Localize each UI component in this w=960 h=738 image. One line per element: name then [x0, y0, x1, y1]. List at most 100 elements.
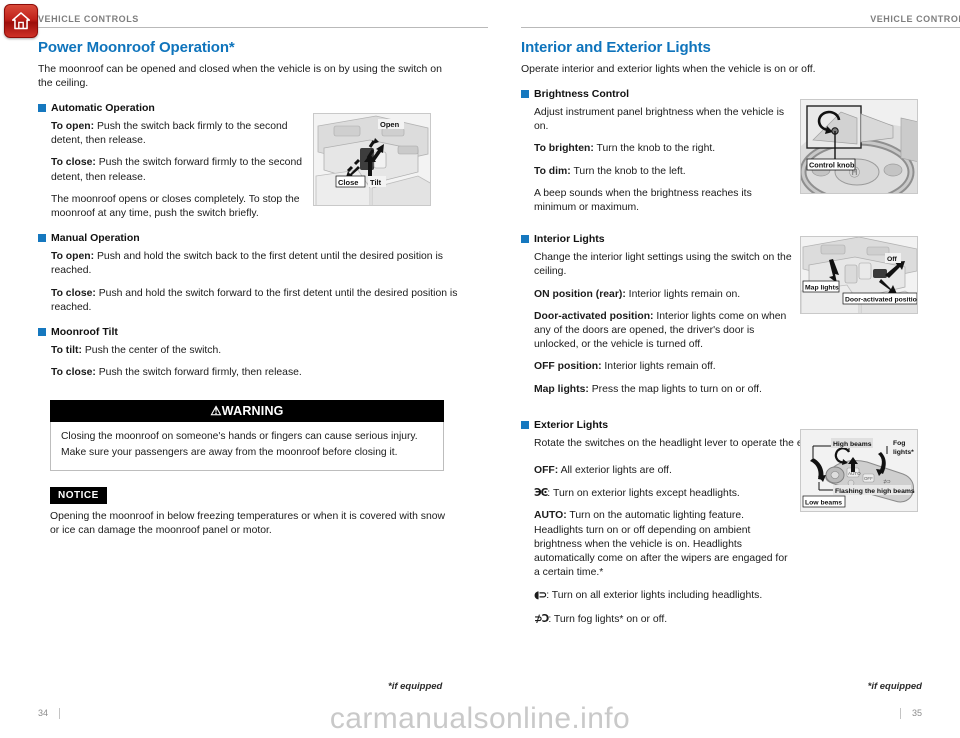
intro-paragraph: Operate interior and exterior lights whe…	[521, 63, 816, 75]
on-position-label: ON position (rear):	[534, 288, 626, 300]
svg-text:Tilt: Tilt	[370, 178, 382, 187]
svg-text:OFF: OFF	[864, 476, 873, 481]
map-lights: Map lights: Press the map lights to turn…	[534, 383, 796, 397]
brightness-intro: Adjust instrument panel brightness when …	[534, 107, 785, 133]
exterior-parking-lights: ЭϾ: Turn on exterior lights except headl…	[534, 486, 796, 501]
home-icon[interactable]	[4, 4, 38, 38]
svg-text:Off: Off	[887, 256, 898, 263]
bullet-square-icon	[521, 235, 529, 244]
svg-text:⊅Ɔ: ⊅Ɔ	[883, 479, 891, 485]
brightness-beep-note: A beep sounds when the brightness reache…	[534, 187, 752, 214]
subsection-label: Brightness Control	[534, 88, 630, 100]
interior-intro: Change the interior light settings using…	[534, 252, 792, 278]
to-brighten-label: To brighten:	[534, 143, 594, 155]
warning-line-1: Closing the moonroof on someone's hands …	[61, 431, 418, 443]
manual-page: VEHICLE CONTROLS Power Moonroof Operatio…	[0, 0, 960, 738]
off-position: OFF position: Interior lights remain off…	[534, 360, 796, 374]
header-label: VEHICLE CONTROLS	[38, 14, 139, 24]
manual-operation-body: To open: Push and hold the switch back t…	[51, 250, 488, 315]
brightness-control-knob-illustration: Ⓗ Control knob	[800, 99, 918, 194]
subsection-label: Manual Operation	[51, 232, 140, 245]
right-running-header: VEHICLE CONTROLS	[521, 0, 960, 28]
parking-lights-text: : Turn on exterior lights except headlig…	[547, 488, 740, 500]
svg-text:Flashing the high beams: Flashing the high beams	[835, 488, 915, 495]
to-close-automatic: To close: Push the switch forward firmly…	[51, 156, 313, 184]
door-activated-label: Door-activated position:	[534, 310, 654, 322]
moonroof-switch-illustration: Open Close Tilt	[313, 113, 431, 206]
left-page-column: VEHICLE CONTROLS Power Moonroof Operatio…	[38, 0, 488, 538]
to-open-label: To open:	[51, 121, 95, 132]
page-title: Power Moonroof Operation*	[38, 39, 235, 56]
notice-body: Opening the moonroof in below freezing t…	[50, 510, 446, 537]
to-open-automatic: To open: Push the switch back firmly to …	[51, 120, 313, 148]
fog-light-icon: ⊅Ɔ	[534, 612, 549, 625]
to-close-text: Push and hold the switch forward to the …	[51, 287, 458, 313]
page-title: Interior and Exterior Lights	[521, 39, 711, 56]
bullet-square-icon	[38, 234, 46, 243]
to-tilt-label: To tilt:	[51, 345, 82, 357]
off-text: All exterior lights are off.	[558, 465, 672, 477]
to-close-text: Push the switch forward firmly, then rel…	[95, 367, 302, 379]
to-open-label: To open:	[51, 251, 95, 263]
exterior-fog-lights: ⊅Ɔ: Turn fog lights* on or off.	[534, 612, 946, 627]
headlight-text: : Turn on all exterior lights including …	[546, 590, 763, 602]
off-label: OFF:	[534, 465, 559, 477]
svg-text:Open: Open	[380, 120, 400, 129]
to-dim-text: Turn the knob to the left.	[570, 165, 686, 177]
svg-text:Control knob: Control knob	[809, 161, 855, 170]
moonroof-tilt-body: To tilt: Push the center of the switch. …	[51, 344, 488, 380]
warning-line-2: Make sure your passengers are away from …	[61, 447, 398, 459]
off-position-label: OFF position:	[534, 361, 602, 373]
to-close-label: To close:	[51, 367, 96, 379]
to-open-text: Push and hold the switch back to the fir…	[51, 251, 443, 277]
auto-text: Turn on the automatic lighting feature. …	[534, 510, 788, 579]
to-tilt-text: Push the center of the switch.	[81, 345, 222, 357]
svg-text:Low beams: Low beams	[805, 500, 842, 507]
exterior-headlights: ◖⊃: Turn on all exterior lights includin…	[534, 588, 946, 603]
bullet-square-icon	[521, 420, 529, 429]
to-brighten: To brighten: Turn the knob to the right.	[534, 142, 796, 156]
on-position: ON position (rear): Interior lights rema…	[534, 288, 796, 302]
subsection-label: Exterior Lights	[534, 418, 609, 431]
parking-lights-icon: ЭϾ	[534, 487, 548, 500]
left-footnote: *if equipped	[388, 681, 443, 692]
svg-text:lights*: lights*	[893, 449, 914, 456]
warning-box: ⚠WARNING Closing the moonroof on someone…	[50, 400, 444, 472]
exterior-auto: AUTO: Turn on the automatic lighting fea…	[534, 509, 796, 580]
notice-tag: NOTICE	[50, 487, 107, 504]
svg-text:High beams: High beams	[833, 441, 872, 448]
to-close-manual: To close: Push and hold the switch forwa…	[51, 287, 463, 315]
to-close-tilt: To close: Push the switch forward firmly…	[51, 366, 463, 380]
map-lights-text: Press the map lights to turn on or off.	[588, 383, 762, 395]
svg-text:Door-activated position: Door-activated position	[845, 297, 918, 304]
door-activated-position: Door-activated position: Interior lights…	[534, 310, 796, 353]
to-open-manual: To open: Push and hold the switch back t…	[51, 250, 463, 278]
svg-text:Fog: Fog	[893, 440, 905, 447]
bullet-square-icon	[38, 104, 46, 112]
map-lights-label: Map lights:	[534, 383, 589, 395]
auto-label: AUTO:	[534, 510, 567, 522]
to-tilt: To tilt: Push the center of the switch.	[51, 344, 463, 358]
to-close-label: To close:	[51, 287, 96, 299]
to-dim: To dim: Turn the knob to the left.	[534, 165, 796, 179]
intro-paragraph: The moonroof can be opened and closed wh…	[38, 63, 442, 89]
warning-bar: ⚠WARNING	[50, 400, 444, 423]
header-label: VEHICLE CONTROLS	[870, 14, 960, 24]
right-footnote: *if equipped	[867, 681, 922, 692]
bullet-square-icon	[38, 328, 46, 337]
notice-box: NOTICE Opening the moonroof in below fre…	[50, 471, 488, 538]
subsection-label: Automatic Operation	[51, 102, 155, 114]
to-dim-label: To dim:	[534, 165, 571, 177]
warning-body: Closing the moonroof on someone's hands …	[50, 422, 444, 472]
on-position-text: Interior lights remain on.	[625, 288, 741, 300]
to-brighten-text: Turn the knob to the right.	[593, 143, 716, 155]
headlight-icon: ◖⊃	[534, 589, 547, 602]
bullet-square-icon	[521, 90, 529, 98]
exterior-off: OFF: All exterior lights are off.	[534, 464, 796, 478]
to-close-label: To close:	[51, 157, 96, 169]
subsection-label: Moonroof Tilt	[51, 326, 118, 339]
automatic-note: The moonroof opens or closes completely.…	[51, 193, 300, 220]
left-running-header: VEHICLE CONTROLS	[38, 0, 488, 28]
subsection-label: Interior Lights	[534, 233, 605, 246]
site-watermark: carmanualsonline.info	[329, 702, 631, 735]
